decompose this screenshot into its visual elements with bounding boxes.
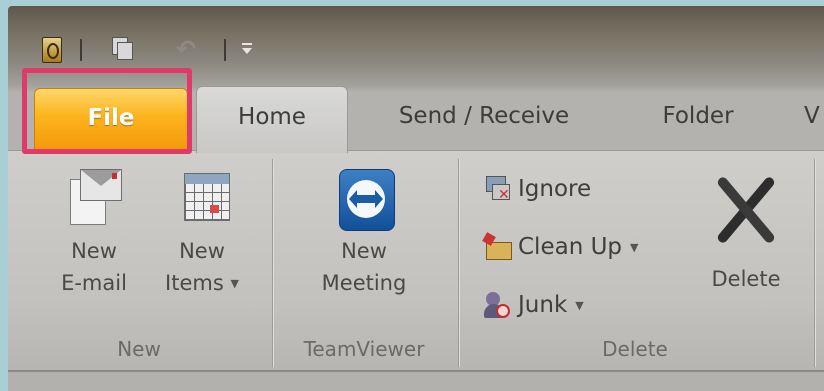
clean-up-icon <box>482 232 512 262</box>
group-delete: ✕ Ignore Clean Up ▼ Junk ▼ Delete Delete <box>460 151 810 371</box>
clean-up-label: Clean Up <box>518 234 623 260</box>
group-label-teamviewer: TeamViewer <box>303 337 425 361</box>
new-meeting-label-1: New <box>341 239 387 263</box>
ignore-button[interactable]: ✕ Ignore <box>482 169 591 209</box>
tab-view[interactable]: V <box>804 86 824 150</box>
dropdown-arrow-icon: ▼ <box>630 240 639 254</box>
delete-button[interactable]: Delete <box>696 173 796 295</box>
group-label-new: New <box>117 337 161 361</box>
new-email-label-1: New <box>71 239 117 263</box>
toolbar-separator <box>224 39 226 61</box>
ribbon-bottom-edge <box>8 370 824 391</box>
tab-send-receive[interactable]: Send / Receive <box>368 86 600 150</box>
dropdown-arrow-icon: ▼ <box>575 298 584 312</box>
file-tab-highlight <box>22 68 192 154</box>
new-items-label-1: New <box>179 239 225 263</box>
group-separator <box>458 159 459 367</box>
undo-icon[interactable]: ↶ <box>176 37 204 61</box>
tab-folder[interactable]: Folder <box>638 86 758 150</box>
group-separator <box>272 159 273 367</box>
new-email-button[interactable]: New E-mail <box>44 165 144 299</box>
new-items-button[interactable]: New Items ▼ <box>152 165 252 300</box>
tab-home[interactable]: Home <box>196 86 348 153</box>
new-email-icon <box>66 165 122 235</box>
junk-icon <box>482 290 512 320</box>
junk-label: Junk <box>518 292 568 318</box>
group-separator <box>814 159 815 367</box>
teamviewer-icon <box>333 165 395 235</box>
clean-up-button[interactable]: Clean Up ▼ <box>482 227 639 267</box>
new-email-label-2: E-mail <box>61 271 127 295</box>
ignore-label: Ignore <box>518 176 592 202</box>
group-new: New E-mail New Items ▼ New <box>8 151 270 371</box>
new-items-label-2: Items ▼ <box>165 271 239 295</box>
toolbar-separator <box>80 39 82 61</box>
outlook-icon[interactable] <box>42 37 62 63</box>
new-meeting-label-2: Meeting <box>321 271 407 295</box>
calendar-icon <box>174 165 230 235</box>
delete-label: Delete <box>711 267 781 291</box>
group-teamviewer: New Meeting TeamViewer <box>274 151 454 371</box>
delete-icon <box>711 173 781 247</box>
new-meeting-button[interactable]: New Meeting <box>294 165 434 299</box>
ignore-icon: ✕ <box>482 174 512 204</box>
junk-button[interactable]: Junk ▼ <box>482 285 584 325</box>
outlook-window: ↶ File Home Send / Receive Folder V New … <box>8 6 824 391</box>
group-label-delete: Delete <box>602 337 668 361</box>
dropdown-arrow-icon: ▼ <box>230 277 239 290</box>
customize-qat-icon[interactable] <box>240 37 254 61</box>
ribbon-home: New E-mail New Items ▼ New New Meeting T… <box>8 150 824 371</box>
save-icon[interactable] <box>112 37 134 61</box>
